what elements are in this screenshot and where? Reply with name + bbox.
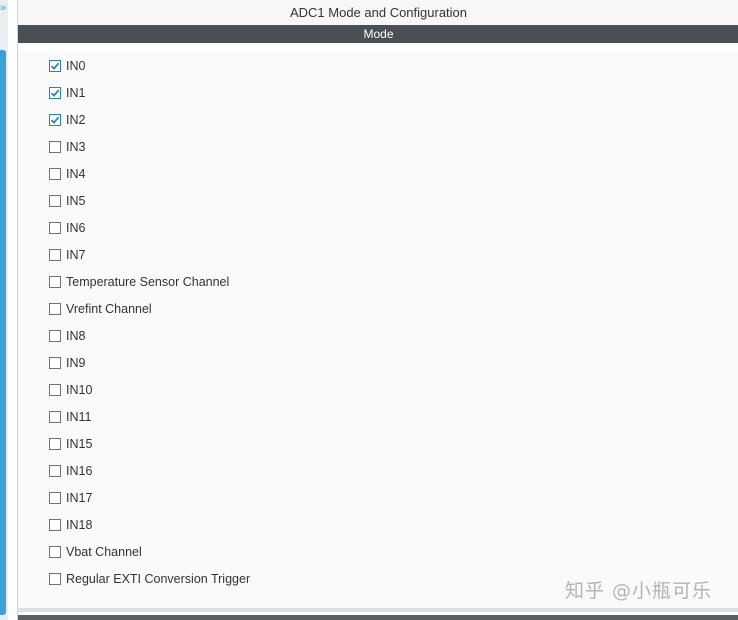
channel-checkbox[interactable] bbox=[49, 168, 61, 180]
channel-checkbox[interactable] bbox=[49, 87, 61, 99]
channel-row[interactable]: IN16 bbox=[49, 462, 92, 480]
checkmark-icon bbox=[50, 89, 60, 97]
channel-label: IN6 bbox=[66, 221, 86, 235]
channel-checkbox[interactable] bbox=[49, 546, 61, 558]
channel-checkbox[interactable] bbox=[49, 114, 61, 126]
channel-label: IN18 bbox=[66, 518, 93, 532]
channel-checkbox[interactable] bbox=[49, 195, 61, 207]
mode-section-header[interactable]: Mode bbox=[18, 25, 738, 43]
channel-row[interactable]: IN4 bbox=[49, 165, 85, 183]
channel-checkbox[interactable] bbox=[49, 303, 61, 315]
channel-row[interactable]: IN2 bbox=[49, 111, 85, 129]
checkmark-icon bbox=[50, 62, 60, 70]
channel-list: IN0 IN1 IN2 IN3 IN4 IN5 IN6 IN7 Temperature Sens… bbox=[18, 52, 738, 608]
sidebar-scroll-indicator[interactable] bbox=[0, 50, 6, 615]
channel-label: IN17 bbox=[66, 491, 93, 505]
channel-checkbox[interactable] bbox=[49, 411, 61, 423]
left-sidebar-strip: » bbox=[0, 0, 8, 620]
channel-row[interactable]: Temperature Sensor Channel bbox=[49, 273, 229, 291]
channel-label: IN10 bbox=[66, 383, 93, 397]
channel-label: IN8 bbox=[66, 329, 86, 343]
channel-row[interactable]: IN11 bbox=[49, 408, 91, 426]
channel-row[interactable]: Vbat Channel bbox=[49, 543, 142, 561]
channel-label: IN11 bbox=[66, 410, 92, 424]
channel-checkbox[interactable] bbox=[49, 222, 61, 234]
channel-label: IN15 bbox=[66, 437, 93, 451]
channel-label: IN3 bbox=[66, 140, 86, 154]
panel-title: ADC1 Mode and Configuration bbox=[18, 0, 738, 25]
channel-checkbox[interactable] bbox=[49, 60, 61, 72]
page: » ADC1 Mode and Configuration Mode IN0 IN… bbox=[0, 0, 738, 620]
channel-checkbox[interactable] bbox=[49, 141, 61, 153]
channel-row[interactable]: IN15 bbox=[49, 435, 92, 453]
channel-row[interactable]: IN0 bbox=[49, 57, 85, 75]
channel-checkbox[interactable] bbox=[49, 276, 61, 288]
channel-checkbox[interactable] bbox=[49, 384, 61, 396]
checkmark-icon bbox=[50, 116, 60, 124]
channel-checkbox[interactable] bbox=[49, 573, 61, 585]
adc-config-panel: ADC1 Mode and Configuration Mode IN0 IN1 I… bbox=[17, 0, 738, 620]
channel-label: IN2 bbox=[66, 113, 86, 127]
channel-checkbox[interactable] bbox=[49, 519, 61, 531]
channel-label: IN9 bbox=[66, 356, 86, 370]
channel-label: IN5 bbox=[66, 194, 86, 208]
channel-row[interactable]: IN3 bbox=[49, 138, 85, 156]
channel-row[interactable]: IN8 bbox=[49, 327, 85, 345]
channel-label: IN1 bbox=[66, 86, 86, 100]
channel-row[interactable]: IN10 bbox=[49, 381, 92, 399]
channel-row[interactable]: IN18 bbox=[49, 516, 92, 534]
channel-checkbox[interactable] bbox=[49, 438, 61, 450]
channel-label: IN4 bbox=[66, 167, 86, 181]
channel-label: IN16 bbox=[66, 464, 93, 478]
channel-row[interactable]: IN5 bbox=[49, 192, 85, 210]
channel-label: Vrefint Channel bbox=[66, 302, 152, 316]
channel-label: Temperature Sensor Channel bbox=[66, 275, 230, 289]
channel-checkbox[interactable] bbox=[49, 357, 61, 369]
channel-checkbox[interactable] bbox=[49, 330, 61, 342]
channel-row[interactable]: IN6 bbox=[49, 219, 85, 237]
channel-row[interactable]: IN9 bbox=[49, 354, 85, 372]
channel-row[interactable]: IN1 bbox=[49, 84, 85, 102]
channel-checkbox[interactable] bbox=[49, 465, 61, 477]
channel-checkbox[interactable] bbox=[49, 492, 61, 504]
channel-label: IN7 bbox=[66, 248, 86, 262]
panel-bottom-divider bbox=[18, 608, 738, 612]
channel-label: IN0 bbox=[66, 59, 86, 73]
channel-row[interactable]: Regular EXTI Conversion Trigger bbox=[49, 570, 250, 588]
channel-row[interactable]: IN7 bbox=[49, 246, 85, 264]
collapse-arrow-icon[interactable]: » bbox=[0, 2, 6, 14]
channel-row[interactable]: Vrefint Channel bbox=[49, 300, 152, 318]
configuration-section-edge[interactable] bbox=[18, 615, 738, 620]
channel-label: Vbat Channel bbox=[66, 545, 142, 559]
watermark: 知乎 @小瓶可乐 bbox=[565, 580, 713, 602]
channel-row[interactable]: IN17 bbox=[49, 489, 92, 507]
channel-label: Regular EXTI Conversion Trigger bbox=[66, 572, 251, 586]
channel-checkbox[interactable] bbox=[49, 249, 61, 261]
